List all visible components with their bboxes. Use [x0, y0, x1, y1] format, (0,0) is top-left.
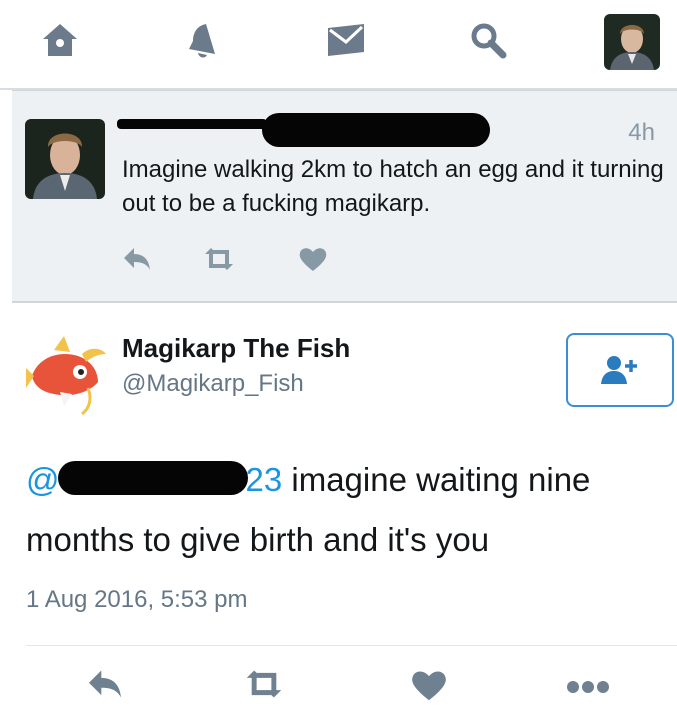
parent-author-avatar[interactable]	[25, 119, 105, 199]
parent-timestamp[interactable]: 4h	[628, 119, 655, 147]
redaction-bar	[117, 119, 267, 129]
reply-icon[interactable]	[86, 668, 124, 705]
like-icon[interactable]	[298, 246, 328, 277]
reply-icon[interactable]	[122, 246, 152, 277]
main-author-avatar[interactable]	[24, 332, 108, 416]
more-options-icon[interactable]	[566, 680, 610, 699]
retweet-icon[interactable]	[202, 246, 236, 277]
add-user-icon	[601, 356, 637, 384]
parent-tweet-text: Imagine walking 2km to hatch an egg and …	[122, 156, 664, 217]
divider	[26, 645, 677, 646]
search-icon[interactable]	[466, 18, 510, 62]
messages-icon[interactable]	[324, 18, 368, 62]
like-icon[interactable]	[410, 668, 448, 707]
profile-avatar[interactable]	[604, 14, 660, 70]
main-author-name[interactable]: Magikarp The Fish	[122, 333, 350, 364]
main-tweet-text: @23 imagine waiting nine months to give …	[26, 461, 591, 558]
retweet-icon[interactable]	[242, 668, 286, 705]
mention-link[interactable]: @23	[26, 461, 282, 498]
main-author-handle[interactable]: @Magikarp_Fish	[122, 370, 304, 398]
main-timestamp: 1 Aug 2016, 5:53 pm	[26, 586, 248, 613]
notifications-icon[interactable]	[182, 18, 226, 62]
follow-button[interactable]	[566, 333, 674, 407]
parent-tweet[interactable]: 4h Imagine walking 2km to hatch an egg a…	[12, 90, 677, 303]
top-nav-bar	[0, 0, 677, 90]
redaction-bar	[262, 113, 490, 147]
redaction-bar	[57, 461, 248, 495]
home-icon[interactable]	[38, 18, 82, 62]
